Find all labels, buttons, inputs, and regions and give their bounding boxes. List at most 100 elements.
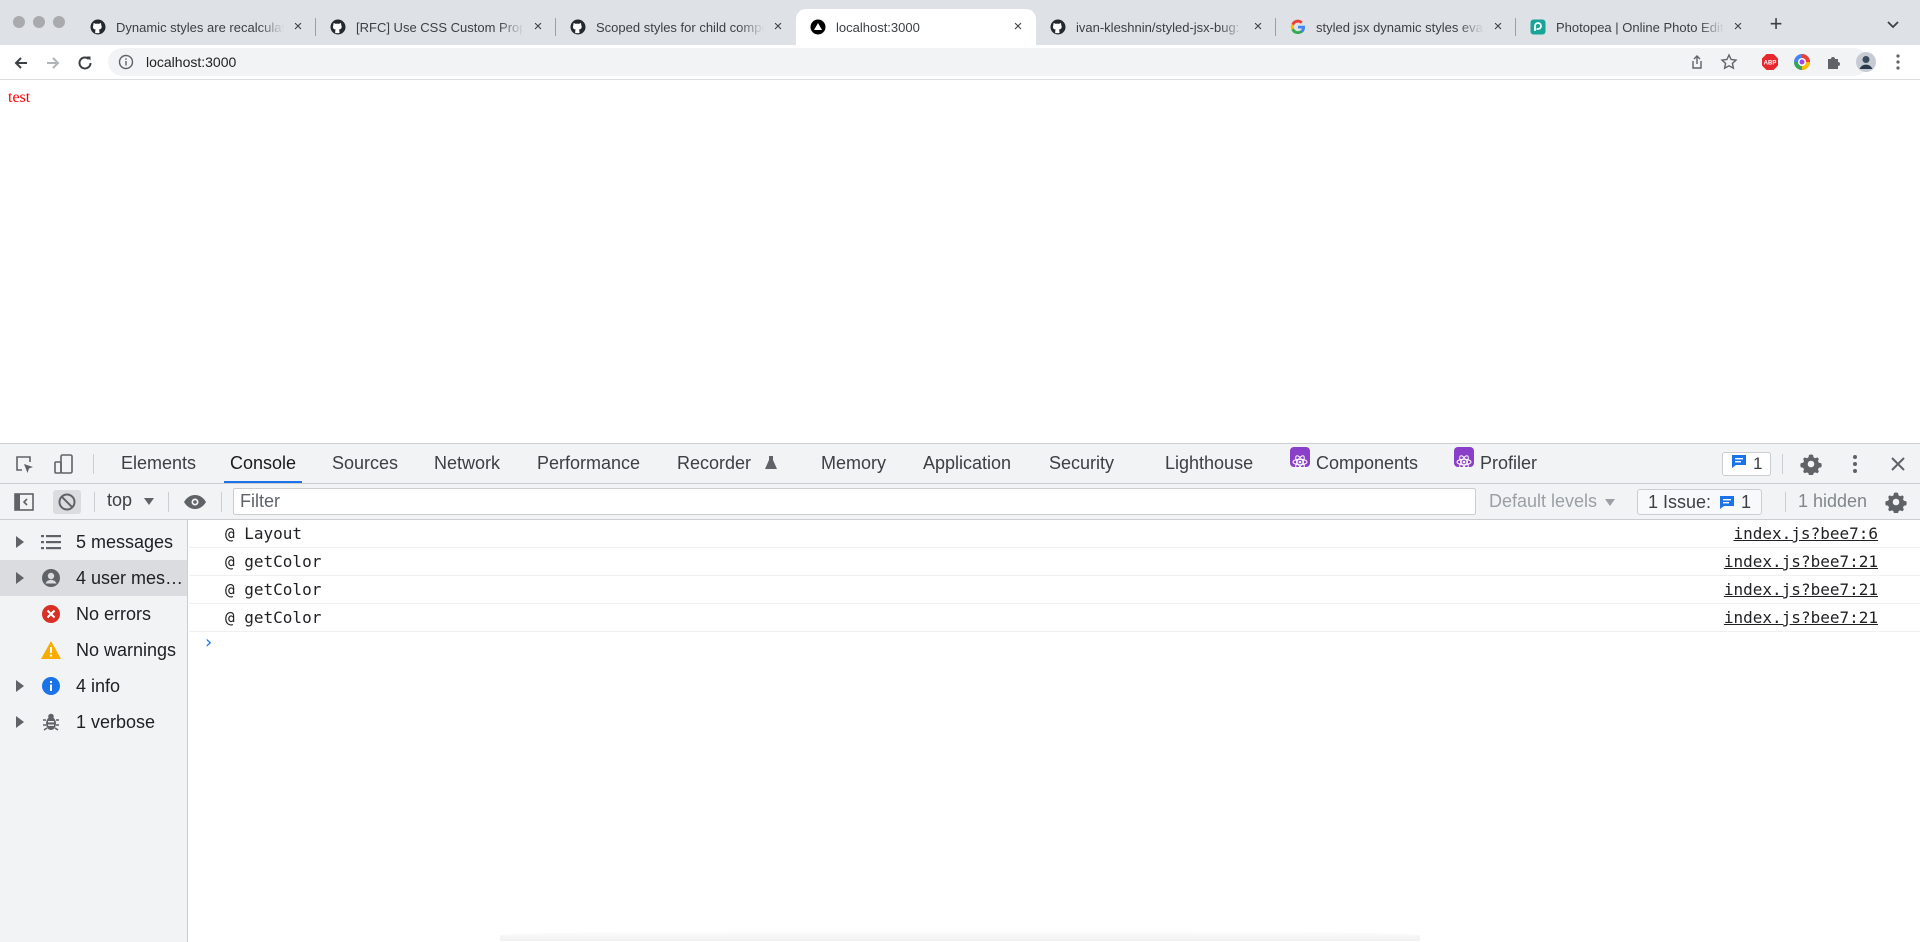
close-tab-icon[interactable]: × xyxy=(770,19,786,35)
expand-arrow-icon[interactable] xyxy=(16,572,24,584)
bookmark-star-icon[interactable] xyxy=(1720,53,1738,71)
expand-arrow-icon[interactable] xyxy=(16,680,24,692)
reload-button[interactable] xyxy=(72,50,98,76)
device-toolbar-icon[interactable] xyxy=(52,452,76,476)
sidebar-item-label: 4 info xyxy=(76,675,121,696)
close-tab-icon[interactable]: × xyxy=(1010,19,1026,35)
console-row: @ getColor index.js?bee7:21 xyxy=(189,604,1920,632)
clear-console-icon[interactable] xyxy=(53,490,81,514)
issues-counter-button[interactable]: 1 xyxy=(1722,452,1772,476)
live-expression-eye-icon[interactable] xyxy=(183,490,207,514)
svg-text:ABP: ABP xyxy=(1764,61,1777,67)
log-levels-dropdown[interactable]: Default levels xyxy=(1489,491,1616,512)
back-button[interactable] xyxy=(8,50,34,76)
color-picker-icon[interactable] xyxy=(1792,52,1812,72)
browser-tab[interactable]: styled jsx dynamic styles evalu × xyxy=(1276,9,1516,45)
source-link[interactable]: index.js?bee7:21 xyxy=(1724,608,1878,627)
browser-tab[interactable]: Dynamic styles are recalculate × xyxy=(76,9,316,45)
issues-button[interactable]: 1 Issue: 1 xyxy=(1637,489,1763,515)
browser-tab[interactable]: Scoped styles for child compo × xyxy=(556,9,796,45)
console-output: @ Layout index.js?bee7:6 @ getColor inde… xyxy=(189,520,1920,942)
avatar[interactable] xyxy=(1856,52,1876,72)
tab-lighthouse[interactable]: Lighthouse xyxy=(1165,444,1253,483)
dropdown-arrow-icon xyxy=(1605,491,1616,512)
photopea-icon xyxy=(1530,19,1546,35)
console-prompt[interactable]: › xyxy=(203,632,214,653)
sidebar-item-verbose[interactable]: 1 verbose xyxy=(0,704,187,740)
close-tab-icon[interactable]: × xyxy=(1730,19,1746,35)
tab-security[interactable]: Security xyxy=(1049,444,1114,483)
console-message: @ getColor xyxy=(225,608,322,627)
bug-icon xyxy=(40,711,62,733)
tab-performance[interactable]: Performance xyxy=(537,444,640,483)
sidebar-item-warnings[interactable]: No warnings xyxy=(0,632,187,668)
hidden-messages-count: 1 hidden xyxy=(1798,491,1868,511)
tab-network[interactable]: Network xyxy=(434,444,500,483)
source-link[interactable]: index.js?bee7:21 xyxy=(1724,580,1878,599)
context-selector[interactable]: top xyxy=(107,490,155,511)
tab-profiler[interactable]: Profiler xyxy=(1454,444,1537,483)
settings-gear-icon[interactable] xyxy=(1799,452,1823,476)
tab-components[interactable]: Components xyxy=(1290,444,1418,483)
source-link[interactable]: index.js?bee7:6 xyxy=(1734,524,1879,543)
close-tab-icon[interactable]: × xyxy=(1250,19,1266,35)
react-icon xyxy=(1290,447,1310,469)
sidebar-item-label: No warnings xyxy=(76,639,177,660)
browser-tab[interactable]: [RFC] Use CSS Custom Proper × xyxy=(316,9,556,45)
tab-recorder[interactable]: Recorder xyxy=(677,444,778,483)
tab-profiler-label: Profiler xyxy=(1480,453,1538,473)
window-bottom-shadow xyxy=(500,930,1420,941)
close-tab-icon[interactable]: × xyxy=(1490,19,1506,35)
dropdown-arrow-icon xyxy=(144,490,155,511)
more-options-icon[interactable] xyxy=(1843,452,1867,476)
devtools-panel: Elements Console Sources Network Perform… xyxy=(0,443,1920,942)
extensions-puzzle-icon[interactable] xyxy=(1824,52,1844,72)
adblock-icon[interactable]: ABP xyxy=(1760,52,1780,72)
close-devtools-icon[interactable] xyxy=(1886,452,1910,476)
kebab-menu-icon[interactable] xyxy=(1888,52,1908,72)
console-settings-gear-icon[interactable] xyxy=(1884,490,1908,514)
chevron-down-icon[interactable] xyxy=(1883,14,1903,34)
issues-button-count: 1 xyxy=(1741,491,1752,512)
github-icon xyxy=(90,19,106,35)
source-link[interactable]: index.js?bee7:21 xyxy=(1724,552,1878,571)
maximize-window-button[interactable] xyxy=(53,16,65,28)
flask-icon xyxy=(764,445,778,483)
console-message: @ Layout xyxy=(225,524,303,543)
sidebar-item-info[interactable]: 4 info xyxy=(0,668,187,704)
new-tab-button[interactable]: + xyxy=(1763,12,1789,38)
sidebar-item-label: 5 messages xyxy=(76,531,174,552)
minimize-window-button[interactable] xyxy=(33,16,45,28)
sidebar-item-errors[interactable]: No errors xyxy=(0,596,187,632)
tab-console[interactable]: Console xyxy=(223,444,303,483)
tab-sources[interactable]: Sources xyxy=(332,444,398,483)
browser-tab-active[interactable]: localhost:3000 × xyxy=(796,9,1036,45)
tab-application[interactable]: Application xyxy=(923,444,1011,483)
tab-elements[interactable]: Elements xyxy=(121,444,196,483)
close-tab-icon[interactable]: × xyxy=(290,19,306,35)
filter-input[interactable] xyxy=(233,488,1476,515)
close-window-button[interactable] xyxy=(13,16,25,28)
issues-count: 1 xyxy=(1753,454,1763,473)
browser-tab[interactable]: Photopea | Online Photo Editor × xyxy=(1516,9,1756,45)
page-viewport: test xyxy=(0,80,1920,443)
share-icon[interactable] xyxy=(1688,53,1706,71)
tab-memory[interactable]: Memory xyxy=(821,444,886,483)
expand-arrow-icon[interactable] xyxy=(16,536,24,548)
inspect-element-icon[interactable] xyxy=(12,452,36,476)
github-icon xyxy=(1050,19,1066,35)
sidebar-toggle-icon[interactable] xyxy=(12,490,36,514)
forward-button[interactable] xyxy=(40,50,66,76)
close-tab-icon[interactable]: × xyxy=(530,19,546,35)
error-icon xyxy=(40,603,62,625)
console-row: @ getColor index.js?bee7:21 xyxy=(189,576,1920,604)
tab-title: [RFC] Use CSS Custom Proper xyxy=(356,19,524,35)
info-icon[interactable] xyxy=(118,54,134,70)
message-icon xyxy=(1731,454,1747,474)
expand-arrow-icon[interactable] xyxy=(16,716,24,728)
address-bar[interactable]: localhost:3000 xyxy=(108,48,1868,76)
sidebar-item-messages[interactable]: 5 messages xyxy=(0,524,187,560)
sidebar-item-user-messages[interactable]: 4 user mes… xyxy=(0,560,187,596)
browser-tab[interactable]: ivan-kleshnin/styled-jsx-bug: S × xyxy=(1036,9,1276,45)
triangle-icon xyxy=(810,19,826,35)
